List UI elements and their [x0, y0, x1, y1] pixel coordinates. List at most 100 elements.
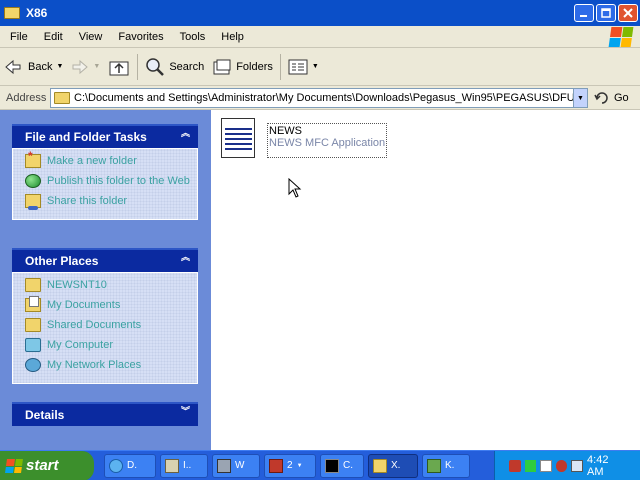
documents-folder-icon	[25, 296, 41, 312]
maximize-button[interactable]	[596, 4, 616, 22]
tray-monitor-icon[interactable]	[540, 460, 552, 472]
folder-icon	[54, 92, 70, 104]
taskbar-button-label: I..	[183, 460, 192, 471]
panel-body: NEWSNT10 My Documents Shared Documents M…	[12, 272, 198, 384]
taskbar-button-label: K.	[445, 460, 455, 471]
task-pane: File and Folder Tasks ︽ Make a new folde…	[0, 110, 211, 450]
address-label: Address	[6, 91, 47, 104]
panel-header[interactable]: Details ︾	[12, 402, 198, 426]
clock[interactable]: 4:42 AM	[587, 454, 626, 478]
back-dropdown-icon[interactable]: ▼	[56, 63, 63, 70]
views-button[interactable]: ▼	[284, 52, 323, 82]
place-label: My Network Places	[47, 359, 142, 371]
go-arrow-icon	[594, 92, 608, 104]
go-button[interactable]: Go	[594, 88, 629, 108]
toolbar: Back ▼ ▼ Search Folders ▼	[0, 48, 640, 86]
place-label: NEWSNT10	[47, 279, 107, 291]
tray-shield-icon[interactable]	[509, 460, 521, 472]
task-publish-folder[interactable]: Publish this folder to the Web	[25, 173, 191, 193]
taskbar: start D. I.. W 2 ▼ C. X. K. 4:42 AM	[0, 450, 640, 480]
menu-favorites[interactable]: Favorites	[110, 31, 171, 43]
file-type: NEWS MFC Application	[269, 137, 386, 149]
folders-icon	[213, 59, 231, 74]
go-label: Go	[614, 92, 629, 104]
taskbar-button-explorer[interactable]: X.	[368, 453, 418, 478]
chevron-up-icon[interactable]: ︽	[181, 129, 190, 138]
menu-tools[interactable]: Tools	[172, 31, 214, 43]
minimize-button[interactable]	[574, 4, 594, 22]
toolbar-separator	[279, 53, 281, 80]
place-shared-documents[interactable]: Shared Documents	[25, 317, 191, 337]
address-value: C:\Documents and Settings\Administrator\…	[74, 92, 588, 104]
start-button[interactable]: start	[0, 450, 94, 480]
taskbar-button-label: 2	[287, 460, 293, 471]
panel-body: Make a new folder Publish this folder to…	[12, 148, 198, 220]
monitor-icon	[217, 458, 231, 473]
task-make-new-folder[interactable]: Make a new folder	[25, 149, 191, 173]
file-view[interactable]: NEWS NEWS MFC Application	[211, 110, 640, 450]
panel-header[interactable]: File and Folder Tasks ︽	[12, 124, 198, 148]
taskbar-button-ie[interactable]: D.	[104, 453, 156, 478]
file-item[interactable]: NEWS NEWS MFC Application	[221, 118, 388, 158]
up-folder-icon	[109, 61, 129, 75]
place-label: My Computer	[47, 339, 114, 351]
menu-file[interactable]: File	[0, 31, 36, 43]
folder-icon	[25, 278, 41, 292]
folder-icon	[373, 458, 387, 473]
back-label: Back	[28, 60, 53, 73]
tray-security-icon[interactable]	[555, 460, 568, 472]
place-newsnt10[interactable]: NEWSNT10	[25, 277, 191, 297]
menu-help[interactable]: Help	[213, 31, 252, 43]
menu-view[interactable]: View	[71, 31, 111, 43]
share-folder-icon	[25, 194, 41, 210]
place-my-computer[interactable]: My Computer	[25, 337, 191, 357]
forward-dropdown-icon[interactable]: ▼	[93, 63, 100, 70]
close-button[interactable]	[618, 4, 638, 22]
search-label: Search	[169, 60, 205, 73]
other-places-panel: Other Places ︽ NEWSNT10 My Documents Sha…	[12, 248, 198, 384]
start-label: start	[26, 457, 59, 474]
window-controls	[574, 4, 638, 22]
taskbar-button-label: C.	[343, 460, 353, 471]
chevron-down-icon[interactable]: ︾	[181, 407, 190, 416]
close-icon	[623, 8, 633, 18]
place-my-documents[interactable]: My Documents	[25, 296, 191, 317]
chevron-up-icon[interactable]: ︽	[181, 253, 190, 262]
task-share-folder[interactable]: Share this folder	[25, 193, 191, 213]
address-input[interactable]: C:\Documents and Settings\Administrator\…	[50, 88, 588, 108]
search-button[interactable]: Search	[141, 52, 208, 82]
globe-icon	[25, 174, 41, 188]
up-folder-button[interactable]	[104, 52, 134, 82]
folder-icon	[4, 7, 20, 19]
menu-bar: File Edit View Favorites Tools Help	[0, 26, 640, 48]
file-name: NEWS	[269, 125, 302, 137]
place-my-network-places[interactable]: My Network Places	[25, 357, 191, 377]
computer-icon	[25, 338, 41, 352]
file-label-box: NEWS NEWS MFC Application	[267, 123, 388, 158]
installer-icon	[165, 458, 179, 473]
tray-status-icon[interactable]	[524, 460, 537, 472]
panel-header[interactable]: Other Places ︽	[12, 248, 198, 272]
window-title: X86	[26, 6, 48, 20]
panel-title: Details	[25, 408, 65, 422]
ie-icon	[109, 458, 123, 473]
taskbar-button-group[interactable]: 2 ▼	[264, 453, 316, 478]
back-arrow-icon	[5, 59, 21, 74]
taskbar-button-cmd[interactable]: C.	[320, 453, 364, 478]
forward-button[interactable]: ▼	[67, 52, 104, 82]
panel-title: Other Places	[25, 254, 99, 268]
taskbar-button-monitor[interactable]: W	[212, 453, 260, 478]
title-bar[interactable]: X86	[0, 0, 640, 26]
folder-icon	[25, 318, 41, 332]
task-label: Publish this folder to the Web	[47, 175, 190, 187]
speaker-icon[interactable]	[571, 460, 584, 472]
address-dropdown-icon[interactable]: ▼	[573, 89, 587, 107]
folders-button[interactable]: Folders	[208, 52, 277, 82]
taskbar-button-installer[interactable]: I..	[160, 453, 208, 478]
new-folder-icon	[25, 149, 41, 168]
task-label: Make a new folder	[47, 155, 137, 167]
taskbar-button-network-app[interactable]: K.	[422, 453, 470, 478]
views-dropdown-icon[interactable]: ▼	[312, 63, 319, 70]
back-button[interactable]: Back ▼	[0, 52, 67, 82]
menu-edit[interactable]: Edit	[36, 31, 71, 43]
